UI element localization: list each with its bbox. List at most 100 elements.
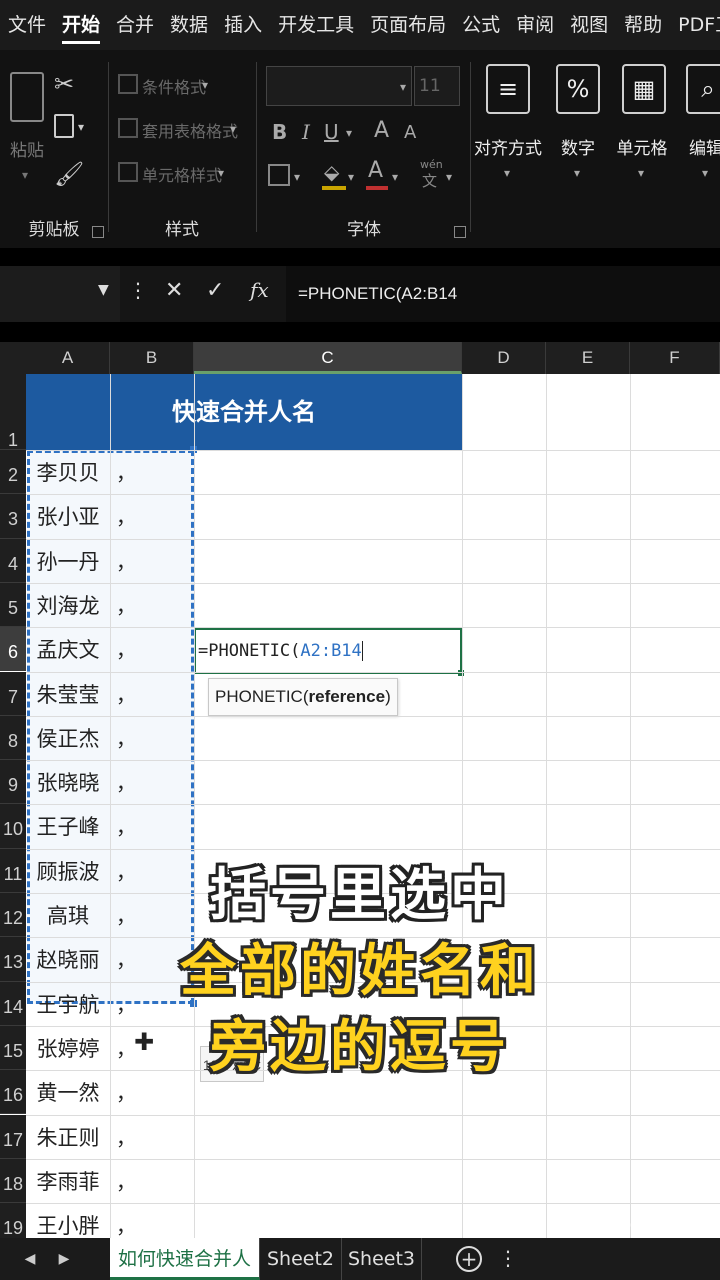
comma-cell[interactable]: ，: [112, 584, 152, 628]
insert-function-button[interactable]: fx: [250, 278, 269, 302]
scroll-right-icon[interactable]: ▶: [44, 1238, 84, 1280]
row-header-4[interactable]: 4: [0, 538, 26, 583]
formula-input[interactable]: =PHONETIC(A2:B14: [286, 266, 720, 322]
sheet-tab-0[interactable]: 如何快速合并人名: [110, 1238, 260, 1280]
conditional-format-icon[interactable]: [118, 74, 138, 94]
name-cell[interactable]: 李贝贝: [26, 451, 110, 495]
active-cell-editor[interactable]: =PHONETIC(A2:B14: [194, 628, 462, 674]
menu-tab-0[interactable]: 文件: [0, 0, 54, 50]
row-header-18[interactable]: 18: [0, 1158, 26, 1204]
name-cell[interactable]: 王子峰: [26, 805, 110, 849]
spreadsheet-grid[interactable]: 快速合并人名 =PHONETIC(A2:B14 PHONETIC(referen…: [0, 342, 720, 1238]
bold-button[interactable]: B: [272, 120, 287, 144]
more-icon[interactable]: ⋮: [498, 1246, 518, 1270]
sheet-tab-2[interactable]: Sheet3: [342, 1238, 422, 1280]
more-icon[interactable]: ⋮: [128, 278, 148, 302]
row-header-9[interactable]: 9: [0, 760, 26, 805]
row-header-19[interactable]: 19: [0, 1203, 26, 1238]
italic-button[interactable]: I: [302, 120, 310, 144]
name-cell[interactable]: 朱正则: [26, 1116, 110, 1160]
format-painter-icon[interactable]: 🖌: [54, 160, 84, 188]
name-cell[interactable]: 刘海龙: [26, 584, 110, 628]
menu-tab-9[interactable]: 视图: [562, 0, 616, 50]
name-cell[interactable]: 孙一丹: [26, 540, 110, 584]
table-format-icon[interactable]: [118, 118, 138, 138]
comma-cell[interactable]: ，: [112, 805, 152, 849]
comma-cell[interactable]: ，: [112, 761, 152, 805]
cancel-icon[interactable]: ✕: [165, 278, 183, 303]
sheet-tab-1[interactable]: Sheet2: [260, 1238, 342, 1280]
function-tooltip[interactable]: PHONETIC(reference): [208, 678, 398, 716]
comma-cell[interactable]: ，: [112, 717, 152, 761]
cell-style-button[interactable]: 单元格样式: [142, 162, 222, 186]
shrink-font-button[interactable]: A: [404, 122, 416, 143]
clipboard-launcher-icon[interactable]: [92, 226, 104, 238]
comma-cell[interactable]: ，: [112, 673, 152, 717]
title-cell[interactable]: 快速合并人名: [26, 374, 462, 450]
comma-cell[interactable]: ，: [112, 451, 152, 495]
name-cell[interactable]: 王小胖: [26, 1204, 110, 1238]
column-header-D[interactable]: D: [462, 342, 546, 374]
comma-cell[interactable]: ，: [112, 1204, 152, 1238]
comma-cell[interactable]: ，: [112, 1160, 152, 1204]
name-cell[interactable]: 张晓晓: [26, 761, 110, 805]
row-header-6[interactable]: 6: [0, 627, 26, 672]
chevron-down-icon[interactable]: ▼: [98, 282, 109, 298]
column-header-C[interactable]: C: [194, 342, 462, 374]
enter-icon[interactable]: ✓: [206, 278, 224, 303]
name-cell[interactable]: 李雨菲: [26, 1160, 110, 1204]
copy-dropdown-icon[interactable]: ▾: [78, 120, 84, 134]
percent-icon[interactable]: %: [556, 64, 600, 114]
row-header-8[interactable]: 8: [0, 715, 26, 761]
row-header-17[interactable]: 17: [0, 1114, 26, 1159]
column-header-B[interactable]: B: [110, 342, 194, 374]
row-header-1[interactable]: 1: [0, 374, 26, 450]
row-header-5[interactable]: 5: [0, 582, 26, 628]
underline-button[interactable]: U: [324, 120, 339, 144]
search-icon[interactable]: ⌕: [686, 64, 720, 114]
row-header-2[interactable]: 2: [0, 450, 26, 495]
select-all-corner[interactable]: [0, 342, 26, 374]
grow-font-button[interactable]: A: [374, 118, 389, 143]
menu-tab-3[interactable]: 数据: [162, 0, 216, 50]
column-header-A[interactable]: A: [26, 342, 110, 374]
menu-tab-2[interactable]: 合并: [108, 0, 162, 50]
menu-tab-8[interactable]: 审阅: [508, 0, 562, 50]
column-header-F[interactable]: F: [630, 342, 720, 374]
row-header-10[interactable]: 10: [0, 804, 26, 849]
name-cell[interactable]: 朱莹莹: [26, 673, 110, 717]
font-launcher-icon[interactable]: [454, 226, 466, 238]
menu-tab-7[interactable]: 公式: [454, 0, 508, 50]
menu-tab-6[interactable]: 页面布局: [362, 0, 454, 50]
copy-icon[interactable]: [54, 114, 74, 138]
menu-tab-10[interactable]: 帮助: [616, 0, 670, 50]
row-header-3[interactable]: 3: [0, 494, 26, 539]
border-icon[interactable]: [268, 164, 290, 186]
add-sheet-icon[interactable]: +: [456, 1246, 482, 1272]
row-header-7[interactable]: 7: [0, 671, 26, 716]
table-format-button[interactable]: 套用表格格式: [142, 118, 238, 142]
cell-style-icon[interactable]: [118, 162, 138, 182]
comma-cell[interactable]: ，: [112, 1116, 152, 1160]
paste-dropdown-icon[interactable]: ▾: [22, 168, 28, 182]
comma-cell[interactable]: ，: [112, 540, 152, 584]
name-cell[interactable]: 张小亚: [26, 495, 110, 539]
comma-cell[interactable]: ，: [112, 495, 152, 539]
column-header-E[interactable]: E: [546, 342, 630, 374]
paste-icon[interactable]: [10, 72, 44, 122]
cut-icon[interactable]: ✂: [54, 70, 74, 98]
font-name-select[interactable]: [266, 66, 412, 106]
conditional-format-button[interactable]: 条件格式: [142, 74, 206, 98]
name-cell[interactable]: 侯正杰: [26, 717, 110, 761]
font-color-button[interactable]: A: [368, 158, 383, 183]
menu-tab-5[interactable]: 开发工具: [270, 0, 362, 50]
comma-cell[interactable]: ，: [112, 628, 152, 672]
align-button[interactable]: 对齐方式: [468, 134, 548, 159]
menu-tab-1[interactable]: 开始: [54, 0, 108, 50]
menu-tab-4[interactable]: 插入: [216, 0, 270, 50]
fill-color-icon[interactable]: ⬙: [324, 160, 339, 184]
name-cell[interactable]: 孟庆文: [26, 628, 110, 672]
cells-icon[interactable]: ▦: [622, 64, 666, 114]
align-icon[interactable]: ≡: [486, 64, 530, 114]
menu-tab-11[interactable]: PDF工具集: [670, 0, 720, 50]
